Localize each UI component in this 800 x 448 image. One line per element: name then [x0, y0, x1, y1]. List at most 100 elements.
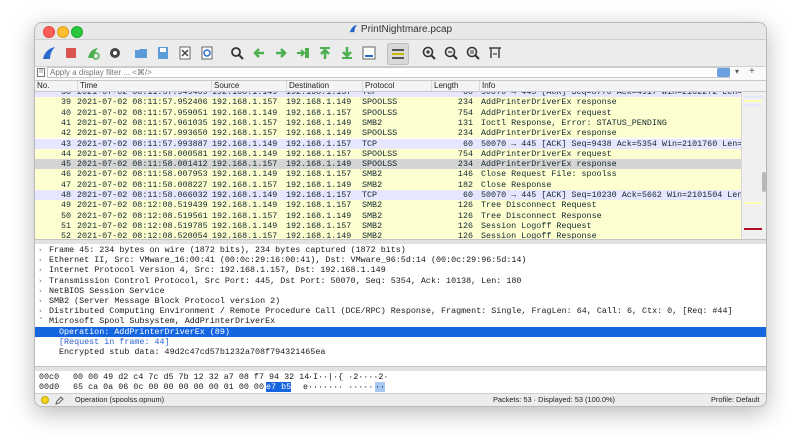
tree-collapsed-chevron-icon[interactable]: › [39, 306, 42, 316]
column-header-info[interactable]: Info [479, 81, 766, 91]
detail-tree-row[interactable]: › Frame 45: 234 bytes on wire (1872 bits)… [35, 245, 766, 255]
packet-no: 49 [60, 200, 71, 211]
bytes-hex-highlight[interactable]: e7 b5 [266, 382, 292, 392]
detail-tree-row[interactable]: › Distributed Computing Environment / Rem… [35, 306, 766, 316]
go-forward-arrow-icon[interactable] [271, 43, 291, 63]
packet-row[interactable]: 51 2021-07-02 08:12:08.519785 192.168.1.14… [35, 220, 741, 232]
detail-tree-row[interactable]: › Ethernet II, Src: VMware_16:00:41 (00:0… [35, 255, 766, 265]
detail-tree-row[interactable]: › NetBIOS Session Service [35, 286, 766, 296]
packet-destination: 192.168.1.157 [286, 169, 352, 180]
detail-tree-row[interactable]: › Internet Protocol Version 4, Src: 192.1… [35, 265, 766, 275]
add-filter-button-plus-icon[interactable]: + [749, 66, 755, 77]
detail-tree-row[interactable]: Encrypted stub data: 49d2c47cd57b1232a70… [35, 347, 766, 357]
column-header-source[interactable]: Source [211, 81, 286, 91]
find-packet-search-icon[interactable] [227, 43, 247, 63]
capture-comment-edit-icon[interactable] [55, 396, 64, 405]
tree-collapsed-chevron-icon[interactable]: › [39, 255, 42, 265]
detail-tree-row[interactable]: › Transmission Control Protocol, Src Port… [35, 276, 766, 286]
packet-time: 2021-07-02 08:11:57.993650 [77, 128, 208, 139]
display-filter-input[interactable] [47, 67, 730, 78]
open-folder-icon[interactable] [131, 43, 151, 63]
zoom-in-icon[interactable] [419, 43, 439, 63]
packet-row[interactable]: 48 2021-07-02 08:11:58.066032 192.168.1.14… [35, 190, 752, 201]
expert-info-status-icon[interactable] [41, 396, 49, 404]
packet-info: AddPrinterDriverEx response [481, 128, 617, 139]
go-to-packet-icon[interactable] [293, 43, 313, 63]
bytes-ascii-highlight[interactable]: ·· [375, 382, 386, 392]
column-header-time[interactable]: Time [77, 81, 211, 91]
packet-info: Close Response [481, 179, 552, 190]
detail-tree-text: Operation: AddPrinterDriverEx (89) [59, 326, 230, 337]
normal-size-icon[interactable] [463, 43, 483, 63]
window-title-text: PrintNightmare.pcap [360, 24, 453, 35]
packet-row[interactable]: 52 2021-07-02 08:12:08.520054 192.168.1.15… [35, 231, 741, 239]
capture-options-gear-icon[interactable] [105, 43, 125, 63]
filter-dropdown-chevron-icon[interactable]: ▾ [735, 67, 739, 76]
packet-protocol: SMB2 [362, 179, 383, 190]
status-profile[interactable]: Profile: Default [711, 395, 759, 404]
go-last-packet-icon[interactable] [337, 43, 357, 63]
auto-scroll-icon[interactable] [359, 43, 379, 63]
packet-row[interactable]: 44 2021-07-02 08:11:58.000581 192.168.1.14… [35, 148, 741, 160]
tree-collapsed-chevron-icon[interactable]: › [39, 245, 42, 255]
colorize-packets-icon[interactable] [387, 43, 409, 65]
tree-collapsed-chevron-icon[interactable]: › [39, 296, 42, 306]
tree-expanded-chevron-icon[interactable]: ˅ [39, 316, 43, 326]
tree-collapsed-chevron-icon[interactable]: › [39, 286, 42, 296]
bytes-ascii[interactable]: e······· ······ [303, 382, 378, 392]
packet-row[interactable]: 41 2021-07-02 08:11:57.961035 192.168.1.15… [35, 117, 741, 129]
detail-tree-text: Distributed Computing Environment / Remo… [49, 306, 733, 317]
go-back-arrow-icon[interactable] [249, 43, 269, 63]
packet-row[interactable]: 39 2021-07-02 08:11:57.952406 192.168.1.15… [35, 97, 741, 108]
packet-row[interactable]: 47 2021-07-02 08:11:58.008227 192.168.1.15… [35, 179, 741, 190]
tree-collapsed-chevron-icon[interactable]: › [39, 276, 42, 286]
column-header-no[interactable]: No. [35, 81, 77, 91]
zoom-out-icon[interactable] [441, 43, 461, 63]
close-file-icon[interactable] [175, 43, 195, 63]
packet-list-minimap-scrollbar[interactable] [741, 92, 766, 239]
go-first-packet-icon[interactable] [315, 43, 335, 63]
detail-tree-text: Internet Protocol Version 4, Src: 192.16… [49, 265, 386, 276]
tree-collapsed-chevron-icon[interactable]: › [39, 265, 42, 275]
scrollbar-thumb[interactable] [762, 172, 766, 192]
detail-tree-row[interactable]: Operation: AddPrinterDriverEx (89) [35, 326, 766, 337]
column-header-length[interactable]: Length [431, 81, 479, 91]
packet-row[interactable]: 49 2021-07-02 08:12:08.519439 192.168.1.14… [35, 200, 741, 211]
packet-destination: 192.168.1.149 [286, 231, 352, 239]
bytes-hex[interactable]: 00 00 49 d2 c4 7c d5 7b 12 32 a7 08 f7 9… [73, 372, 309, 382]
packet-row[interactable]: 43 2021-07-02 08:11:57.993887 192.168.1.14… [35, 138, 747, 149]
save-file-icon[interactable] [153, 43, 173, 63]
packet-row[interactable]: 50 2021-07-02 08:12:08.519561 192.168.1.15… [35, 210, 741, 221]
packet-length: 126 [457, 220, 473, 231]
detail-tree-text: NetBIOS Session Service [49, 285, 165, 296]
packet-protocol: SPOOLSS [362, 159, 398, 170]
packet-info: 50070 → 445 [ACK] Seq=9438 Ack=5354 Win=… [481, 138, 748, 149]
reload-file-icon[interactable] [197, 43, 217, 63]
packet-row[interactable]: 40 2021-07-02 08:11:57.959051 192.168.1.14… [35, 107, 741, 118]
detail-tree-row[interactable]: › SMB2 (Server Message Block Protocol ver… [35, 296, 766, 306]
detail-tree-text: Ethernet II, Src: VMware_16:00:41 (00:0c… [49, 255, 527, 266]
packet-info: Ioctl Response, Error: STATUS_PENDING [481, 117, 667, 128]
resize-columns-icon[interactable] [485, 43, 505, 63]
packet-destination: 192.168.1.157 [286, 138, 352, 149]
filter-bookmark-icon[interactable] [37, 68, 45, 77]
restart-capture-icon[interactable] [83, 43, 103, 63]
apply-filter-arrow-icon[interactable] [717, 68, 730, 77]
bytes-hex[interactable]: 65 ca 0a 06 0c 00 00 00 00 00 01 00 00 0… [73, 382, 279, 392]
packet-no: 50 [60, 210, 71, 221]
packet-time: 2021-07-02 08:11:57.993887 [77, 138, 208, 149]
packet-row[interactable]: 46 2021-07-02 08:11:58.007953 192.168.1.14… [35, 169, 741, 180]
detail-tree-row[interactable]: ˅ Microsoft Spool Subsystem, AddPrinterDr… [35, 316, 766, 326]
detail-tree-row[interactable]: [Request in frame: 44] [35, 337, 766, 347]
packet-time: 2021-07-02 08:12:08.519439 [77, 200, 208, 211]
start-capture-fin-icon[interactable] [39, 43, 59, 63]
column-header-protocol[interactable]: Protocol [362, 81, 431, 91]
packet-source: 192.168.1.149 [212, 138, 278, 149]
bytes-ascii[interactable]: ··I··|·{ ·2····2· [303, 372, 388, 382]
packet-row[interactable]: 42 2021-07-02 08:11:57.993650 192.168.1.15… [35, 128, 741, 139]
stop-capture-icon[interactable] [61, 43, 81, 63]
packet-row[interactable]: 45 2021-07-02 08:11:58.001412 192.168.1.15… [35, 159, 741, 170]
status-field-description: Operation (spoolss.opnum) [75, 395, 165, 404]
detail-tree-text: Transmission Control Protocol, Src Port:… [49, 275, 522, 286]
column-header-destination[interactable]: Destination [286, 81, 362, 91]
